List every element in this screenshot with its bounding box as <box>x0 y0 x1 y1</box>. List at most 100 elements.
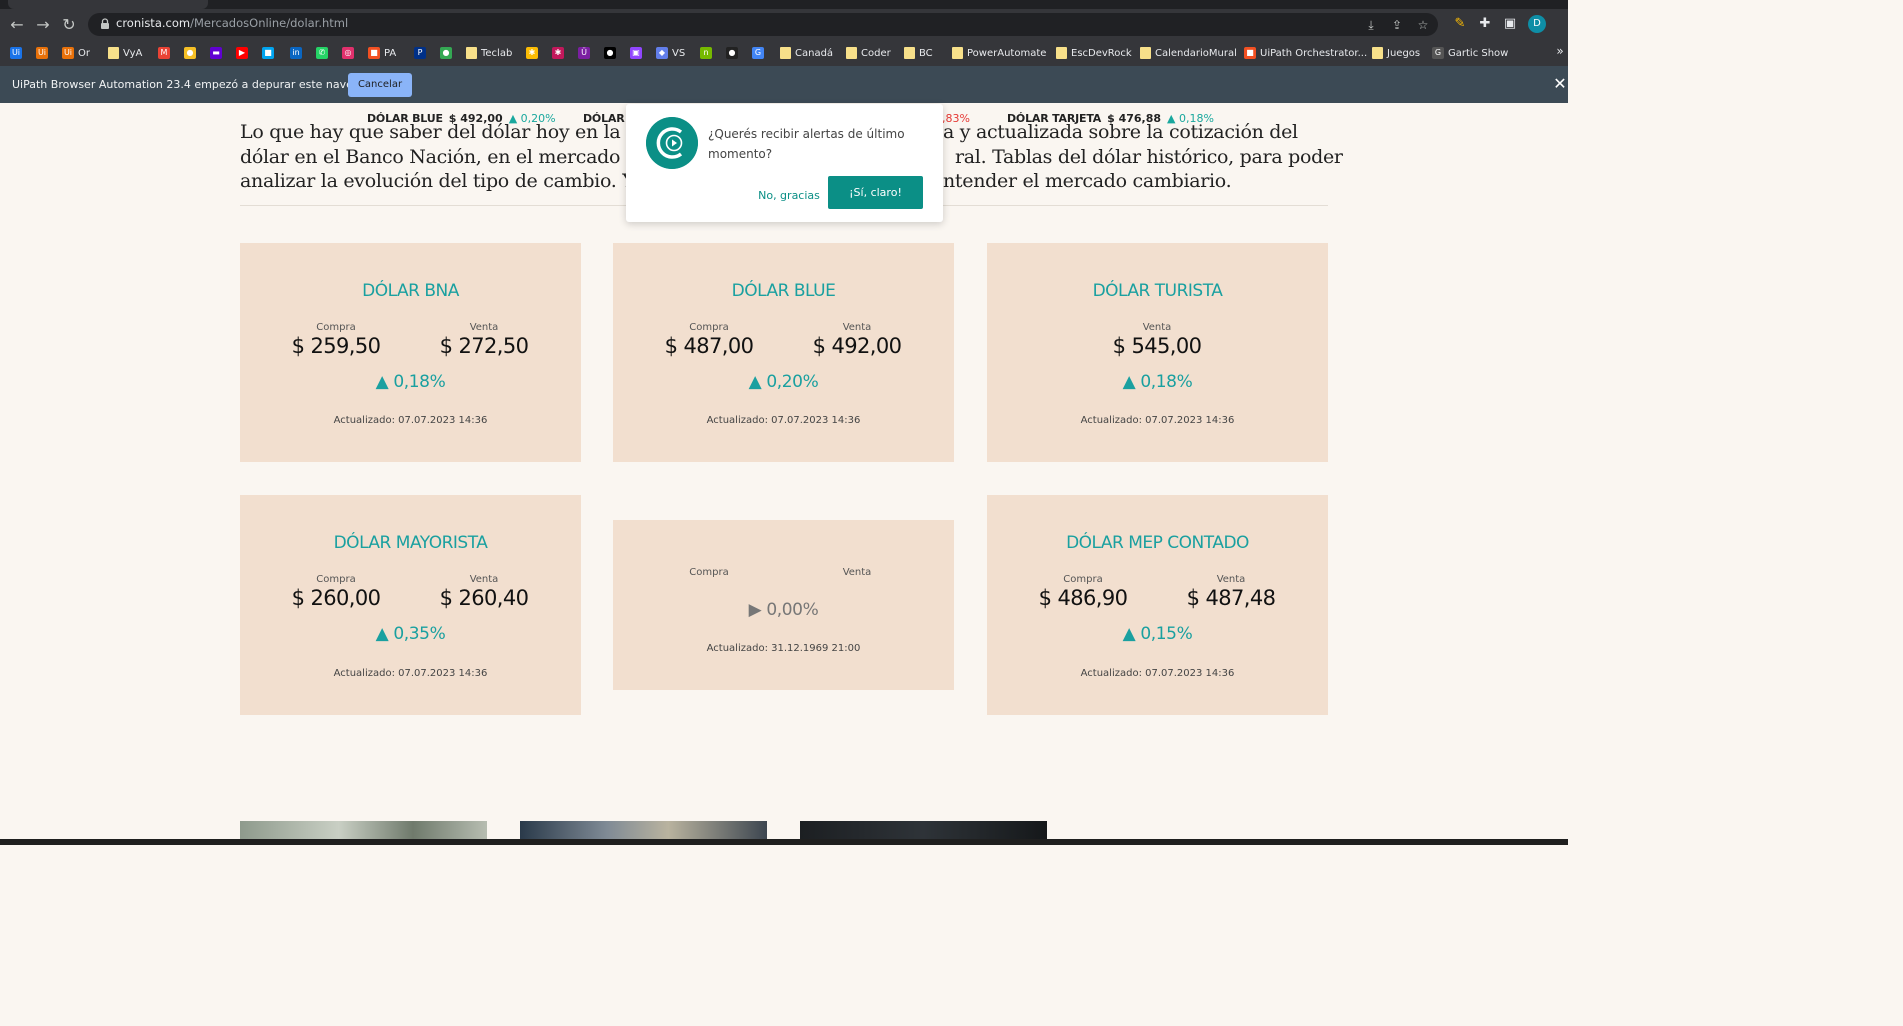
reload-icon[interactable]: ↻ <box>58 14 80 36</box>
bookmark-item[interactable]: Juegos <box>1372 44 1420 62</box>
bookmark-item[interactable]: M <box>158 44 170 62</box>
bookmark-favicon-icon: ✆ <box>316 47 328 59</box>
bookmark-label: UiPath Orchestrator... <box>1260 47 1368 59</box>
bookmark-label: BC <box>919 47 933 59</box>
compra-value: $ 486,90 <box>1038 586 1128 610</box>
bookmark-item[interactable]: EscDevRock <box>1056 44 1132 62</box>
intro-line: ral. Tablas del dólar histórico, para po… <box>955 146 1343 168</box>
bookmark-item[interactable]: ▣ <box>630 44 642 62</box>
bookmark-favicon-icon: Ui <box>10 47 22 59</box>
bookmark-item[interactable]: ◆ VS <box>656 44 685 62</box>
bookmark-item[interactable]: ● <box>604 44 616 62</box>
card-dolar-bna[interactable]: DÓLAR BNA Compra $ 259,50 Venta $ 272,50… <box>240 243 581 462</box>
compra-block: Compra <box>649 567 769 579</box>
bookmark-item[interactable]: ✱ <box>552 44 564 62</box>
bookmark-item[interactable]: ● <box>726 44 738 62</box>
cancel-debug-button[interactable]: Cancelar <box>348 73 412 97</box>
bookmark-item[interactable]: Ui <box>10 44 22 62</box>
more-bookmarks-icon[interactable]: » <box>1552 43 1568 59</box>
venta-label: Venta <box>1216 574 1246 585</box>
bookmark-favicon-icon: ● <box>604 47 616 59</box>
active-tab[interactable] <box>8 0 208 9</box>
card-empty-quote[interactable]: Compra Venta ▶ 0,00% Actualizado: 31.12.… <box>613 520 954 690</box>
bookmark-item[interactable]: Coder <box>846 44 891 62</box>
compra-label: Compra <box>689 322 729 333</box>
card-dolar-turista[interactable]: DÓLAR TURISTA Venta $ 545,00 ▲ 0,18% Act… <box>987 243 1328 462</box>
updated-timestamp: Actualizado: 07.07.2023 14:36 <box>333 415 488 426</box>
bookmark-item[interactable]: Canadá <box>780 44 833 62</box>
bookmark-item[interactable]: n <box>700 44 712 62</box>
pen-extension-icon[interactable]: ✎ <box>1452 16 1468 32</box>
bookmark-item[interactable]: ● <box>184 44 196 62</box>
back-icon[interactable]: ← <box>6 14 28 36</box>
card-dolar-blue[interactable]: DÓLAR BLUE Compra $ 487,00 Venta $ 492,0… <box>613 243 954 462</box>
updated-timestamp: Actualizado: 07.07.2023 14:36 <box>1080 668 1235 679</box>
change-indicator: ▲ 0,15% <box>1122 624 1193 644</box>
card-dolar-mayorista[interactable]: DÓLAR MAYORISTA Compra $ 260,00 Venta $ … <box>240 495 581 715</box>
bookmark-favicon-icon: ✱ <box>526 47 538 59</box>
bookmark-item[interactable]: ◎ <box>342 44 354 62</box>
compra-label: Compra <box>316 574 356 585</box>
install-icon[interactable]: ⤓ <box>1364 18 1378 32</box>
url-path: /MercadosOnline/dolar.html <box>190 16 349 30</box>
updated-timestamp: Actualizado: 07.07.2023 14:36 <box>1080 415 1235 426</box>
bookmark-item[interactable]: VyA <box>108 44 142 62</box>
compra-value: $ 260,00 <box>291 586 381 610</box>
bookmark-item[interactable]: Teclab <box>466 44 512 62</box>
bookmark-label: Gartic Show <box>1448 47 1509 59</box>
bookmark-item[interactable]: ■ <box>262 44 274 62</box>
bookmark-favicon-icon: ■ <box>1244 47 1256 59</box>
venta-label: Venta <box>469 574 499 585</box>
bookmark-item[interactable]: ▬ <box>210 44 222 62</box>
close-icon[interactable]: ✕ <box>1553 75 1567 93</box>
bookmark-label: Coder <box>861 47 891 59</box>
card-title: DÓLAR MAYORISTA <box>333 533 488 553</box>
bookmark-favicon-icon: P <box>414 47 426 59</box>
bookmark-item[interactable]: ✱ <box>526 44 538 62</box>
share-icon[interactable]: ⇪ <box>1390 18 1404 32</box>
bookmark-item[interactable]: BC <box>904 44 933 62</box>
bookmark-item[interactable]: ■ UiPath Orchestrator... <box>1244 44 1367 62</box>
bookmark-item[interactable]: ✆ <box>316 44 328 62</box>
venta-block: Venta $ 260,40 <box>424 574 544 610</box>
bookmark-favicon-icon: ◎ <box>342 47 354 59</box>
bookmark-item[interactable]: CalendarioMural <box>1140 44 1237 62</box>
cronista-logo-icon <box>646 117 698 169</box>
venta-value: $ 487,48 <box>1186 586 1276 610</box>
venta-label: Venta <box>1142 322 1172 333</box>
decline-button[interactable]: No, gracias <box>756 184 822 208</box>
venta-value: $ 260,40 <box>439 586 529 610</box>
bookmark-favicon-icon: Ui <box>36 47 48 59</box>
address-bar[interactable]: cronista.com/MercadosOnline/dolar.html ⤓… <box>88 13 1438 36</box>
bookmark-item[interactable]: PowerAutomate <box>952 44 1046 62</box>
card-dolar-mep[interactable]: DÓLAR MEP CONTADO Compra $ 486,90 Venta … <box>987 495 1328 715</box>
bookmark-item[interactable]: ● <box>440 44 452 62</box>
bookmark-item[interactable]: ■ PA <box>368 44 396 62</box>
sidepanel-icon[interactable]: ▣ <box>1502 16 1518 32</box>
profile-avatar[interactable]: D <box>1528 15 1546 33</box>
forward-icon[interactable]: → <box>32 14 54 36</box>
star-icon[interactable]: ☆ <box>1416 18 1430 32</box>
bookmark-item[interactable]: P <box>414 44 426 62</box>
compra-block: Compra $ 259,50 <box>276 322 396 358</box>
bookmark-item[interactable]: Ui <box>36 44 48 62</box>
popup-message: ¿Querés recibir alertas de último moment… <box>708 127 905 161</box>
bookmark-item[interactable]: G <box>752 44 764 62</box>
intro-line: Lo que hay que saber del dólar hoy en la… <box>240 121 640 143</box>
url-host: cronista.com <box>116 16 191 30</box>
alerts-popup: ¿Querés recibir alertas de último moment… <box>626 104 943 222</box>
bookmark-item[interactable]: in <box>290 44 302 62</box>
bookmark-item[interactable]: ▶ <box>236 44 248 62</box>
bookmark-favicon-icon: ● <box>440 47 452 59</box>
bookmark-label: Teclab <box>481 47 513 59</box>
extensions-icon[interactable]: ✚ <box>1477 16 1493 32</box>
bookmark-item[interactable]: Ui Or <box>62 44 90 62</box>
updated-timestamp: Actualizado: 31.12.1969 21:00 <box>706 643 861 654</box>
bookmark-item[interactable]: G Gartic Show <box>1432 44 1508 62</box>
compra-value: $ 487,00 <box>664 334 754 358</box>
accept-button[interactable]: ¡Sí, claro! <box>828 176 923 209</box>
intro-line: a y actualizada sobre la cotización del <box>943 121 1298 143</box>
folder-icon <box>1372 47 1383 59</box>
bookmark-item[interactable]: Ü <box>578 44 590 62</box>
bookmark-favicon-icon: n <box>700 47 712 59</box>
